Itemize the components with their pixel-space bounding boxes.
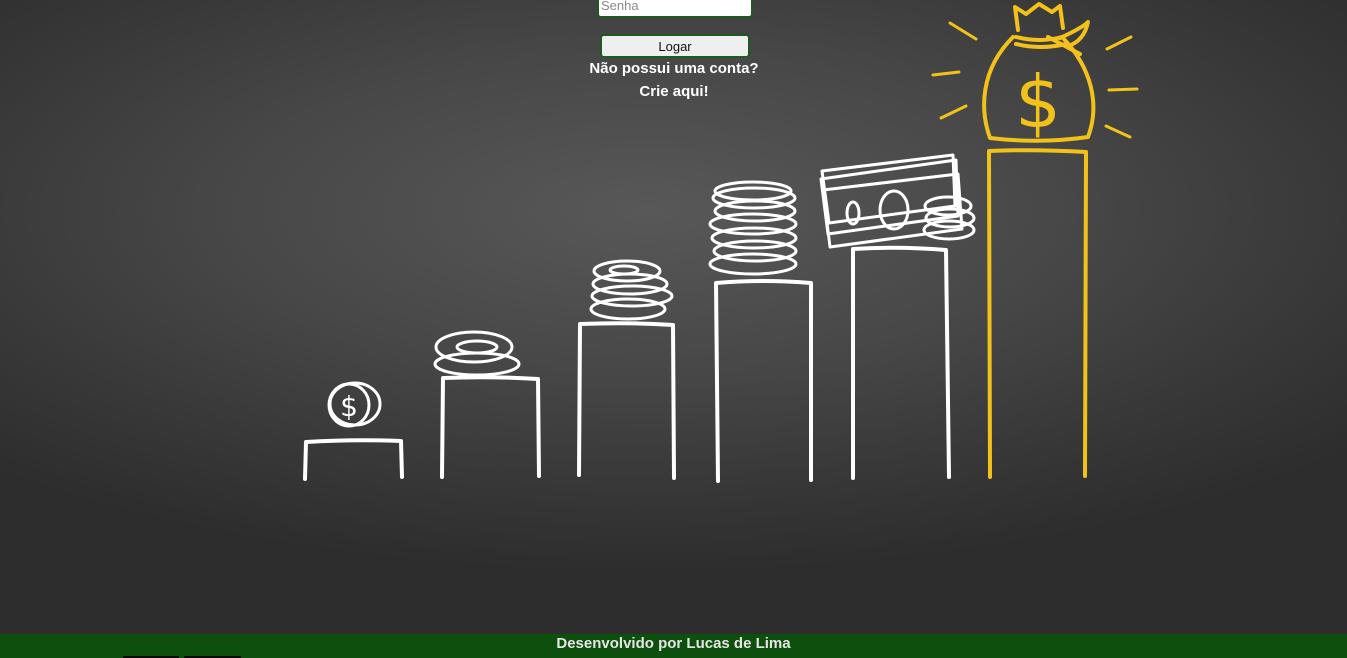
footer: Desenvolvido por Lucas de Lima	[0, 634, 1347, 658]
signup-link[interactable]: Crie aqui!	[574, 83, 774, 100]
bar-4	[714, 279, 813, 483]
bar-1	[303, 438, 404, 481]
coin-dollar-icon: $	[340, 390, 358, 423]
coin-stack-icon	[708, 180, 798, 276]
footer-credit: Desenvolvido por Lucas de Lima	[556, 635, 791, 652]
signup-prompt: Não possui uma conta?	[589, 60, 759, 77]
banknote-stack-icon	[819, 153, 964, 249]
bar-highlight	[987, 148, 1088, 479]
coin-stack-icon	[433, 330, 521, 377]
login-button[interactable]: Logar	[600, 34, 750, 58]
coin-stack-icon	[589, 259, 674, 321]
bar-5	[851, 245, 951, 480]
bar-3	[577, 321, 676, 480]
dollar-sign-icon: $	[1015, 60, 1061, 144]
bar-2	[440, 375, 541, 479]
password-input[interactable]	[597, 0, 753, 18]
